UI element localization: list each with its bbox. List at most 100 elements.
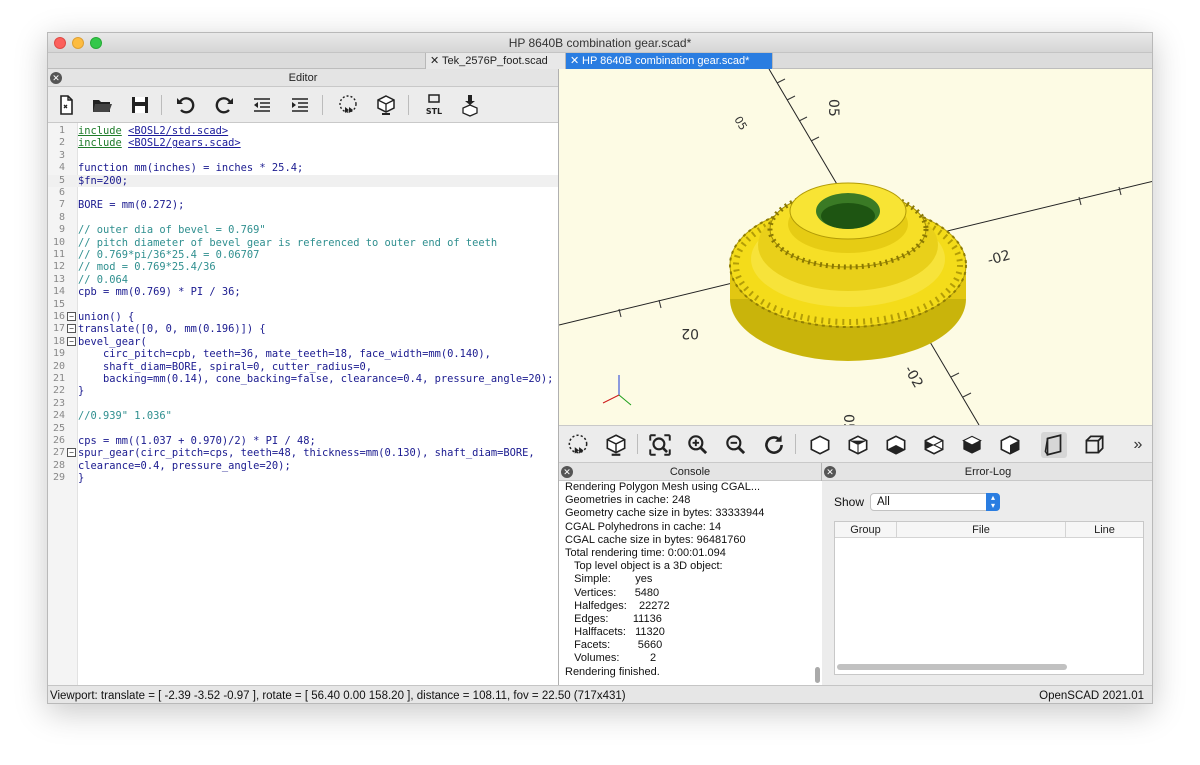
orthogonal-icon[interactable]	[1081, 432, 1107, 458]
horizontal-scrollbar[interactable]	[837, 664, 1067, 670]
tab-tek-foot[interactable]: ✕ Tek_2576P_foot.scad	[425, 53, 566, 69]
view-toolbar: »	[559, 425, 1152, 463]
show-filter-value: All	[877, 496, 890, 508]
open-file-icon[interactable]	[90, 93, 114, 117]
code-line: 13// 0.064	[52, 273, 129, 286]
axes-gizmo	[602, 375, 632, 406]
console-title: Console	[669, 466, 711, 478]
version-label: OpenSCAD 2021.01	[1039, 690, 1144, 702]
console-output[interactable]: Rendering Polygon Mesh using CGAL... Geo…	[559, 481, 822, 685]
console-line: CGAL Polyhedrons in cache: 14	[565, 520, 722, 533]
editor-toolbar: STL	[48, 87, 558, 123]
redo-icon[interactable]	[212, 93, 236, 117]
show-label: Show	[834, 495, 865, 509]
console-line: Volumes: 2	[565, 652, 657, 665]
axis-label: 02	[681, 325, 699, 341]
code-line: 19 circ_pitch=cpb, teeth=36, mate_teeth=…	[52, 348, 491, 361]
zoom-out-icon[interactable]	[723, 432, 749, 458]
code-line: 11// 0.769*pi/36*25.4 = 0.06707	[52, 249, 260, 261]
render-icon[interactable]	[603, 432, 629, 458]
column-file[interactable]: File	[897, 522, 1066, 538]
close-panel-icon[interactable]: ✕	[561, 466, 573, 478]
code-line: 16− union() {	[52, 311, 135, 323]
editor-title: Editor	[288, 72, 318, 84]
code-line: 4 function mm(inches) = inches * 25.4;	[58, 162, 304, 175]
code-line: 12// mod = 0.769*25.4/36	[52, 261, 216, 274]
zoom-in-icon[interactable]	[685, 432, 711, 458]
code-line: 2 include <BOSL2/gears.scad>	[58, 137, 241, 150]
close-tab-icon[interactable]: ✕	[430, 53, 442, 69]
view-left-icon[interactable]	[921, 432, 947, 458]
send-to-print-icon[interactable]	[458, 93, 482, 117]
error-log-table[interactable]: Group File Line	[834, 521, 1144, 675]
console-header: ✕ Console	[559, 463, 821, 481]
console-line: Edges: 11136	[565, 612, 662, 625]
column-group[interactable]: Group	[835, 522, 897, 538]
console-panel: ✕ Console Rendering Polygon Mesh using C…	[559, 463, 822, 685]
code-line: 20 shaft_diam=BORE, spiral=0, cutter_rad…	[52, 360, 373, 373]
view-front-icon[interactable]	[959, 432, 985, 458]
preview-icon[interactable]	[336, 93, 360, 117]
axis-label: 05	[825, 99, 841, 117]
console-line: Halffacets: 11320	[565, 626, 665, 639]
app-window: HP 8640B combination gear.scad* ✕ Tek_257…	[47, 32, 1153, 704]
close-tab-icon[interactable]: ✕	[570, 53, 582, 69]
show-filter-select[interactable]: All ▴ ▾	[870, 493, 1000, 511]
console-line: CGAL cache size in bytes: 96481760	[565, 533, 746, 546]
chevron-updown-icon: ▴ ▾	[986, 493, 1000, 511]
preview-icon[interactable]	[565, 432, 591, 458]
code-line: 1 include <BOSL2/std.scad>	[58, 125, 229, 137]
code-line: 8	[58, 211, 65, 223]
fold-toggle-icon[interactable]: −	[67, 312, 76, 321]
table-header: Group File Line	[835, 522, 1143, 538]
indent-icon[interactable]	[288, 93, 312, 117]
fold-toggle-icon[interactable]: −	[67, 336, 76, 346]
code-line: 6	[58, 187, 65, 198]
view-right-icon[interactable]	[807, 432, 833, 458]
tab-label: Tek_2576P_foot.scad	[442, 55, 548, 67]
console-line: Simple: yes	[565, 573, 653, 586]
undo-icon[interactable]	[174, 93, 198, 117]
zoom-all-icon[interactable]	[647, 432, 673, 458]
code-line: 25	[52, 422, 65, 434]
console-line: Total rendering time: 0:00:01.094	[565, 546, 726, 559]
code-line: 9// outer dia of bevel = 0.769"	[58, 224, 266, 237]
code-line: 10// pitch diameter of bevel gear is ref…	[52, 236, 498, 249]
code-line: 7 BORE = mm(0.272);	[58, 199, 185, 212]
view-bottom-icon[interactable]	[883, 432, 909, 458]
code-editor[interactable]: 1 include <BOSL2/std.scad> 2 include <BOSL…	[48, 123, 558, 685]
axis-label: -02	[986, 247, 1012, 268]
view-back-icon[interactable]	[997, 432, 1023, 458]
more-icon[interactable]: »	[1125, 432, 1151, 458]
perspective-icon[interactable]	[1041, 432, 1067, 458]
window-title: HP 8640B combination gear.scad*	[508, 36, 692, 50]
axis-label: 05	[731, 114, 749, 133]
fold-toggle-icon[interactable]: −	[67, 448, 76, 458]
console-line: Rendering finished.	[565, 665, 660, 678]
close-panel-icon[interactable]: ✕	[50, 72, 62, 84]
console-scrollbar[interactable]	[815, 667, 820, 683]
export-stl-icon[interactable]: STL	[422, 93, 446, 117]
fold-toggle-icon[interactable]: −	[67, 324, 76, 334]
code-line: 27− spur_gear(circ_pitch=cps, teeth=48, t…	[52, 447, 535, 460]
new-file-icon[interactable]	[54, 93, 78, 117]
reset-view-icon[interactable]	[761, 432, 787, 458]
3d-viewport[interactable]: 05 05 02 -02 -02 05-	[559, 69, 1152, 425]
close-panel-icon[interactable]: ✕	[824, 466, 836, 478]
svg-text:STL: STL	[426, 107, 442, 116]
editor-header: ✕ Editor	[48, 69, 558, 87]
console-line: Vertices: 5480	[565, 586, 660, 599]
view-top-icon[interactable]	[845, 432, 871, 458]
unindent-icon[interactable]	[250, 93, 274, 117]
console-line: Facets: 5660	[565, 639, 663, 652]
save-icon[interactable]	[128, 93, 152, 117]
error-log-header: ✕ Error-Log	[822, 463, 1152, 481]
toolbar-separator	[795, 434, 796, 454]
tab-hp-gear[interactable]: ✕ HP 8640B combination gear.scad*	[566, 53, 773, 69]
render-icon[interactable]	[374, 93, 398, 117]
column-line[interactable]: Line	[1066, 522, 1143, 538]
code-line: 21 backing=mm(0.14), cone_backing=false,…	[52, 373, 554, 385]
gear-model	[729, 182, 967, 361]
error-log-title: Error-Log	[964, 466, 1012, 478]
title-bar: HP 8640B combination gear.scad*	[48, 33, 1152, 53]
